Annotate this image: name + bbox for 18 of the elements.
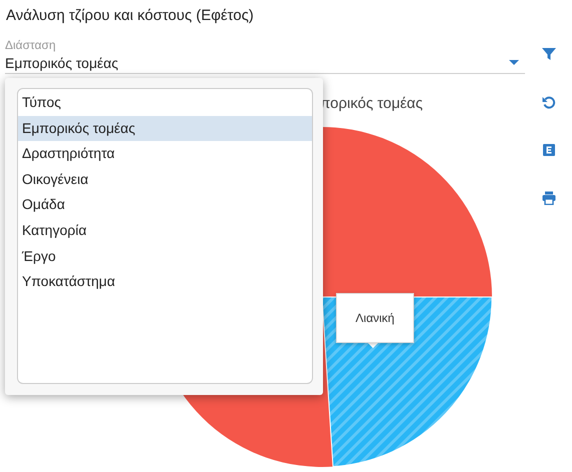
caret-icon	[509, 60, 519, 65]
dropdown-option[interactable]: Υποκατάστημα	[18, 269, 312, 295]
dropdown-option[interactable]: Κατηγορία	[18, 218, 312, 244]
dropdown-option[interactable]: Έργο	[18, 244, 312, 270]
undo-icon[interactable]	[542, 95, 556, 109]
filter-icon[interactable]	[542, 47, 556, 61]
field-value: Εμπορικός τομέας	[5, 55, 118, 71]
dimension-field[interactable]: Διάσταση Εμπορικός τομέας	[5, 38, 525, 74]
dropdown-option[interactable]: Οικογένεια	[18, 166, 312, 192]
print-icon[interactable]	[542, 191, 556, 205]
field-label: Διάσταση	[5, 38, 56, 52]
dropdown-option[interactable]: Ομάδα	[18, 192, 312, 218]
dropdown-option[interactable]: Τύπος	[18, 90, 312, 116]
e-square-icon[interactable]	[542, 143, 556, 157]
dropdown-option[interactable]: Εμπορικός τομέας	[18, 116, 312, 142]
chart-title: πορικός τομέας	[320, 95, 423, 112]
dropdown-option[interactable]: Δραστηριότητα	[18, 141, 312, 167]
page-title: Ανάλυση τζίρου και κόστους (Εφέτος)	[6, 7, 254, 24]
